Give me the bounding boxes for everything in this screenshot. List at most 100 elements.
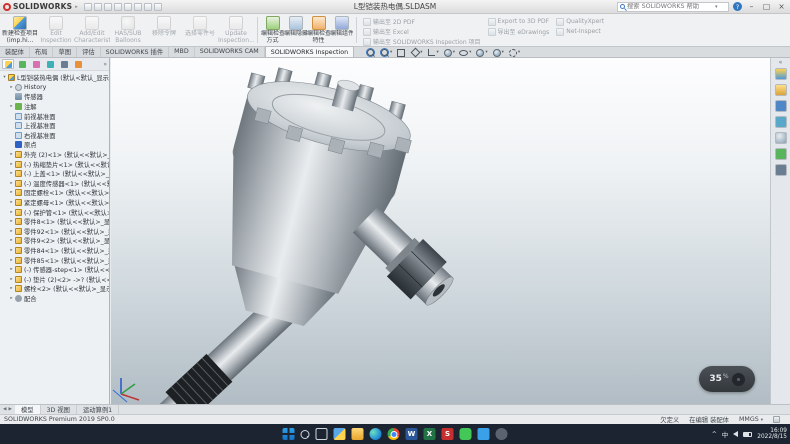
tree-item[interactable]: ▸ 配合 xyxy=(0,294,109,304)
taskbar-icon[interactable]: S xyxy=(442,428,454,440)
export-button[interactable]: 输出至 Excel xyxy=(363,27,481,36)
command-tab[interactable]: 布局 xyxy=(30,46,54,57)
tab-scroll-right-icon[interactable]: ▶ xyxy=(8,407,11,412)
command-tab[interactable]: 评估 xyxy=(77,46,101,57)
ribbon-button[interactable]: 编辑隐藏 xyxy=(284,15,307,45)
panel-tab[interactable] xyxy=(2,59,14,69)
quick-access-icon[interactable] xyxy=(94,3,102,11)
taskpane-tab[interactable] xyxy=(775,164,787,176)
taskbar-icon[interactable] xyxy=(301,430,310,439)
maximize-button[interactable]: □ xyxy=(761,2,772,11)
tree-expand-icon[interactable]: ▸ xyxy=(8,267,15,272)
headsup-tool-button[interactable]: ▾ xyxy=(475,48,487,57)
taskbar-icon[interactable]: X xyxy=(424,428,436,440)
tree-item[interactable]: ▸ 零件9<2> (默认<<默认>_显... xyxy=(0,236,109,246)
taskbar-icon[interactable]: W xyxy=(406,428,418,440)
ribbon-button[interactable]: HAS/SUB Balloons xyxy=(110,15,146,45)
tree-expand-icon[interactable]: ▾ xyxy=(1,75,8,80)
tree-item[interactable]: ▸ 零件85<1> (默认<<默认>_显示状... xyxy=(0,255,109,265)
command-tab[interactable]: SOLIDWORKS 插件 xyxy=(101,46,169,57)
tree-item[interactable]: ▸ (-) 热缩垫片<1> (默认<<默认>_显... xyxy=(0,159,109,169)
command-tab[interactable]: 草图 xyxy=(53,46,77,57)
export-button[interactable]: 输出至 SOLIDWORKS Inspection 项目 xyxy=(363,37,481,46)
headsup-tool-button[interactable]: ▾ xyxy=(380,48,392,57)
ribbon-button[interactable]: 新建检查项目 (imp.hi... xyxy=(2,15,38,45)
tree-expand-icon[interactable]: ▸ xyxy=(8,190,15,195)
minimize-button[interactable]: – xyxy=(746,2,757,11)
help-button[interactable]: ? xyxy=(733,2,742,11)
headsup-tool-button[interactable]: ▾ xyxy=(443,48,455,57)
document-tab[interactable]: 3D 视图 xyxy=(41,405,77,415)
quick-access-icon[interactable] xyxy=(154,3,162,11)
quick-access-icon[interactable] xyxy=(144,3,152,11)
taskbar-icon[interactable] xyxy=(370,428,382,440)
command-tab[interactable]: SOLIDWORKS Inspection xyxy=(265,46,354,57)
volume-icon[interactable] xyxy=(733,431,738,437)
taskpane-tab[interactable] xyxy=(775,148,787,160)
export-button[interactable]: Net-Inspect xyxy=(556,27,604,36)
tree-expand-icon[interactable]: ▸ xyxy=(8,219,15,224)
tree-expand-icon[interactable]: ▸ xyxy=(8,258,15,263)
taskpane-collapse-icon[interactable]: « xyxy=(779,59,783,66)
tree-item[interactable]: ▸ 零件92<1> (默认<<默认>_显... xyxy=(0,227,109,237)
tree-item[interactable]: ▸ 外壳 (2)<1> (默认<<默认>_显示状态 xyxy=(0,150,109,160)
graphics-viewport[interactable]: 35 % xyxy=(111,58,770,404)
search-input[interactable] xyxy=(627,3,713,10)
headsup-caret-icon[interactable]: ▾ xyxy=(518,50,520,55)
document-tab[interactable]: 运动算例1 xyxy=(77,405,119,415)
export-button[interactable]: 输出至 2D PDF xyxy=(363,17,481,26)
headsup-caret-icon[interactable]: ▾ xyxy=(390,50,392,55)
tree-item[interactable]: ▸ 螺栓<2> (默认<<默认>_显示状态 xyxy=(0,284,109,294)
tree-item[interactable]: ▸ 零件84<1> (默认<<默认>_显... xyxy=(0,246,109,256)
headsup-caret-icon[interactable]: ▾ xyxy=(502,50,504,55)
export-button[interactable]: 导出至 eDrawings xyxy=(488,27,550,36)
taskpane-tab[interactable] xyxy=(775,100,787,112)
command-tab[interactable]: 装配体 xyxy=(0,46,30,57)
tree-expand-icon[interactable]: ▸ xyxy=(8,200,15,205)
taskpane-tab[interactable] xyxy=(775,84,787,96)
battery-icon[interactable] xyxy=(743,432,752,437)
headsup-caret-icon[interactable]: ▾ xyxy=(469,50,471,55)
ribbon-button[interactable]: Edit Inspection xyxy=(38,15,74,45)
search-box[interactable]: ▾ xyxy=(617,2,729,12)
quick-access-icon[interactable] xyxy=(104,3,112,11)
headsup-tool-button[interactable]: ▾ xyxy=(508,48,520,57)
export-button[interactable]: Export to 3D PDF xyxy=(488,17,550,26)
panel-tab[interactable] xyxy=(44,59,56,69)
headsup-tool-button[interactable] xyxy=(396,48,406,57)
tree-item[interactable]: ▸ (-) 上盖<1> (默认<<默认>_显示... xyxy=(0,169,109,179)
tree-expand-icon[interactable]: ▸ xyxy=(8,152,15,157)
tree-expand-icon[interactable]: ▸ xyxy=(8,181,15,186)
taskbar-icon[interactable] xyxy=(460,428,472,440)
quick-access-icon[interactable] xyxy=(84,3,92,11)
headsup-caret-icon[interactable]: ▾ xyxy=(420,50,422,55)
taskbar-icon[interactable] xyxy=(478,428,490,440)
status-pane-toggle-icon[interactable] xyxy=(773,416,780,423)
tree-item[interactable]: ▸ (-) 温度传感器<1> (默认<<默... xyxy=(0,179,109,189)
status-units[interactable]: MMGS ▾ xyxy=(739,416,763,423)
tree-item[interactable]: ▸ (-) 保护管<1> (默认<<默认>_显... xyxy=(0,207,109,217)
tree-item[interactable]: ▸ 紧定螺母<1> (默认<<默认>_显... xyxy=(0,198,109,208)
tree-item[interactable]: 前视基准面 xyxy=(0,111,109,121)
export-button[interactable]: QualityXpert xyxy=(556,17,604,26)
tray-overflow-icon[interactable]: ^ xyxy=(712,431,717,438)
tree-expand-icon[interactable]: ▸ xyxy=(8,277,15,282)
command-tab[interactable]: MBD xyxy=(169,46,195,57)
headsup-caret-icon[interactable]: ▾ xyxy=(437,50,439,55)
tree-expand-icon[interactable]: ▸ xyxy=(8,162,15,167)
command-tab[interactable]: SOLIDWORKS CAM xyxy=(195,46,265,57)
tree-item[interactable]: ▸ 零件8<1> (默认<<默认>_显示状态 xyxy=(0,217,109,227)
taskbar-icon[interactable] xyxy=(352,428,364,440)
tree-expand-icon[interactable]: ▸ xyxy=(8,85,15,90)
taskbar-icon[interactable] xyxy=(388,428,400,440)
ribbon-button[interactable]: 移除令牌 xyxy=(146,15,182,45)
taskpane-tab[interactable] xyxy=(775,116,787,128)
solidworks-logo[interactable]: SOLIDWORKS ▸ xyxy=(3,2,78,11)
taskbar-icon[interactable] xyxy=(283,428,295,440)
document-tab[interactable]: 模型 xyxy=(15,405,41,415)
panel-tab[interactable] xyxy=(72,59,84,69)
tree-item[interactable]: ▸ History xyxy=(0,83,109,93)
quick-access-icon[interactable] xyxy=(114,3,122,11)
ribbon-button[interactable]: 编辑组件 xyxy=(330,15,353,45)
taskbar-icon[interactable] xyxy=(496,428,508,440)
